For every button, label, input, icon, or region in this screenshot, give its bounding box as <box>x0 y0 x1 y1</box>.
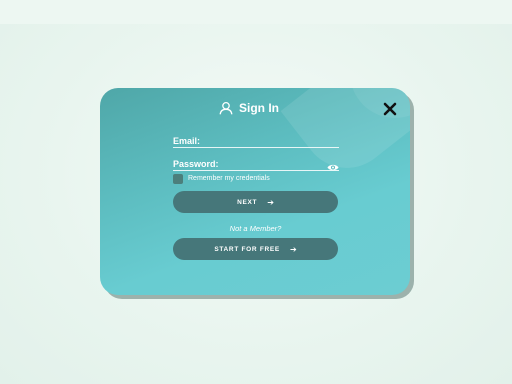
close-icon[interactable] <box>381 100 399 118</box>
email-underline <box>173 147 339 148</box>
eye-icon[interactable] <box>327 159 339 171</box>
sign-in-card: Sign In Email: Password: Remember my cre… <box>100 88 410 295</box>
remember-label: Remember my credentials <box>188 175 270 182</box>
not-member-text: Not a Member? <box>229 224 282 233</box>
arrow-right-icon: ➔ <box>267 197 274 207</box>
start-button-label: START FOR FREE <box>214 245 280 253</box>
top-band <box>0 0 512 24</box>
dialog-header: Sign In <box>219 98 279 118</box>
remember-checkbox[interactable] <box>173 174 183 184</box>
next-button[interactable]: NEXT ➔ <box>173 191 338 213</box>
dialog-title: Sign In <box>239 101 279 115</box>
start-for-free-button[interactable]: START FOR FREE ➔ <box>173 238 338 260</box>
next-button-label: NEXT <box>237 198 258 206</box>
password-underline <box>173 170 339 171</box>
password-field[interactable] <box>173 156 323 170</box>
user-icon <box>219 101 233 115</box>
arrow-right-icon: ➔ <box>289 244 297 254</box>
email-field[interactable] <box>173 133 339 147</box>
